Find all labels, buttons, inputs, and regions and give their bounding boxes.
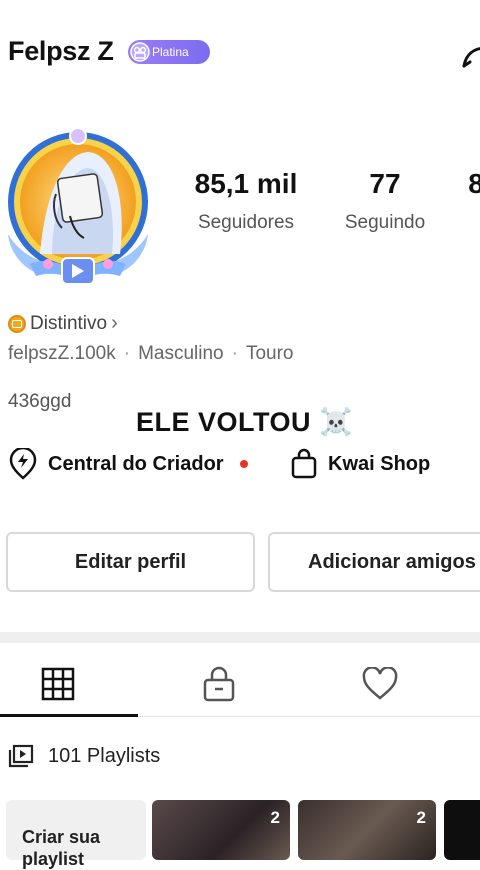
add-friends-button[interactable]: Adicionar amigos — [268, 532, 480, 592]
profile-name: Felpsz Z — [8, 36, 114, 66]
separator-dot: · — [123, 343, 131, 364]
chevron-right-icon: › — [111, 312, 118, 334]
stat-likes[interactable]: 8 — [466, 168, 480, 200]
distintivo-label: Distintivo — [30, 312, 108, 334]
playlist-card[interactable]: 2 — [298, 800, 436, 860]
separator-dot: · — [231, 343, 238, 364]
shopping-bag-icon — [291, 448, 317, 479]
badge-icon — [128, 40, 152, 64]
playlist-icon — [8, 744, 34, 768]
active-tab-indicator — [0, 714, 138, 717]
creator-center-link[interactable]: Central do Criador — [8, 448, 248, 480]
badge-label: Platina — [152, 45, 189, 59]
kwai-shop-link[interactable]: Kwai Shop — [290, 448, 430, 480]
playlist-video-count: 2 — [270, 808, 280, 827]
tag-gender: Masculino — [138, 343, 224, 364]
playlists-header[interactable]: 101 Playlists — [8, 744, 160, 768]
create-playlist-label: Criar sua playlist — [22, 827, 101, 869]
playlists-count-label: 101 Playlists — [48, 744, 161, 767]
profile-tags: felpszZ.100k · Masculino · Touro — [8, 343, 293, 365]
profile-bio: 436ggd — [8, 391, 72, 412]
lock-icon — [203, 666, 235, 702]
playlist-video-count: 2 — [416, 808, 426, 827]
tab-posts[interactable] — [28, 660, 88, 708]
coin-icon — [8, 314, 26, 333]
grid-icon — [41, 667, 75, 701]
followers-count: 85,1 mil — [194, 168, 298, 199]
followers-label: Seguidores — [197, 212, 295, 233]
profile-avatar[interactable] — [0, 124, 156, 285]
share-icon[interactable] — [460, 36, 480, 72]
stat-following[interactable]: 77 Seguindo — [330, 168, 440, 234]
create-playlist-card[interactable]: Criar sua playlist — [6, 800, 146, 869]
tab-private[interactable] — [189, 660, 249, 708]
stat-followers[interactable]: 85,1 mil Seguidores — [180, 168, 312, 234]
distintivo-link[interactable]: Distintivo › — [8, 312, 118, 335]
following-count: 77 — [369, 168, 401, 199]
tag-id: felpszZ.100k — [8, 343, 116, 364]
kwai-shop-label: Kwai Shop — [328, 452, 431, 475]
playlist-card[interactable]: 2 — [152, 800, 290, 860]
video-caption-overlay: ELE VOLTOU ☠️ — [136, 407, 354, 437]
lightning-pin-icon — [9, 448, 37, 480]
edit-profile-button[interactable]: Editar perfil — [6, 532, 255, 592]
following-label: Seguindo — [344, 212, 426, 233]
heart-icon — [362, 667, 398, 700]
creator-center-label: Central do Criador — [48, 452, 224, 475]
platina-badge[interactable]: Platina — [128, 40, 210, 64]
notification-dot — [239, 460, 248, 468]
likes-count: 8 — [468, 168, 480, 199]
tag-sign: Touro — [245, 343, 294, 364]
tab-liked[interactable] — [350, 660, 410, 708]
playlist-card[interactable] — [444, 800, 480, 860]
section-divider — [0, 632, 480, 643]
